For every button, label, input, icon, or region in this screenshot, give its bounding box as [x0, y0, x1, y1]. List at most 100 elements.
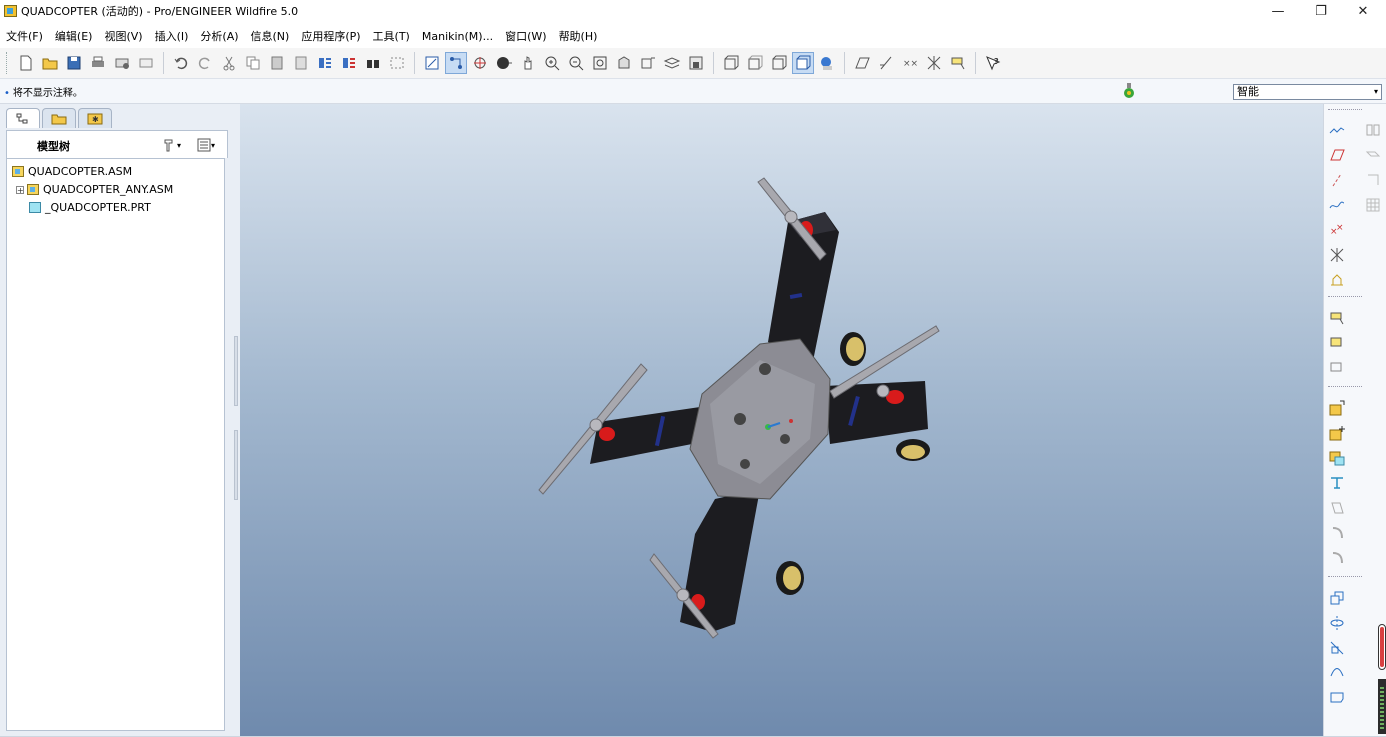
minimize-button[interactable]: — [1256, 0, 1300, 22]
mirror-tool-icon[interactable] [1362, 119, 1384, 141]
tree-item-root[interactable]: QUADCOPTER.ASM [12, 165, 132, 178]
menu-tools[interactable]: 工具(T) [367, 28, 416, 44]
app-icon [4, 5, 17, 17]
menu-applications[interactable]: 应用程序(P) [295, 28, 366, 44]
hidden-line-icon[interactable] [744, 52, 766, 74]
paste-special-icon[interactable] [290, 52, 312, 74]
wireframe-icon[interactable] [720, 52, 742, 74]
toolbar-separator [1328, 109, 1362, 110]
menu-view[interactable]: 视图(V) [98, 28, 148, 44]
selection-filter-dropdown[interactable]: 智能 ▾ [1233, 84, 1382, 100]
pattern-icon[interactable] [1362, 194, 1384, 216]
pan-icon[interactable] [517, 52, 539, 74]
expand-icon[interactable]: + [16, 185, 24, 194]
splitter-handle[interactable] [234, 336, 238, 406]
splitter-handle[interactable] [234, 430, 238, 500]
toolbar-grip[interactable] [6, 52, 10, 74]
component-annotation-icon[interactable] [1326, 332, 1348, 354]
settings-icon[interactable]: ▾ [161, 136, 181, 154]
cut-icon[interactable] [218, 52, 240, 74]
undo-icon[interactable] [170, 52, 192, 74]
merge-icon[interactable] [1362, 144, 1384, 166]
pane-splitter[interactable] [232, 104, 240, 737]
curve-icon[interactable] [1326, 194, 1348, 216]
menu-help[interactable]: 帮助(H) [553, 28, 604, 44]
zoom-in-icon[interactable] [541, 52, 563, 74]
tab-model-tree[interactable] [6, 108, 40, 128]
find-icon[interactable] [362, 52, 384, 74]
tree-item-part[interactable]: _QUADCOPTER.PRT [29, 201, 151, 214]
zoom-out-icon[interactable] [565, 52, 587, 74]
no-hidden-icon[interactable] [768, 52, 790, 74]
coordinate-systems-icon[interactable] [923, 52, 945, 74]
tab-favorites[interactable]: ✱ [78, 108, 112, 128]
note-icon[interactable] [1326, 357, 1348, 379]
layers-icon[interactable] [661, 52, 683, 74]
menu-insert[interactable]: 插入(I) [149, 28, 195, 44]
shading-icon[interactable] [792, 52, 814, 74]
menu-file[interactable]: 文件(F) [0, 28, 49, 44]
datum-planes-icon[interactable] [851, 52, 873, 74]
round-icon[interactable] [1326, 522, 1348, 544]
regen-manager-icon[interactable] [338, 52, 360, 74]
toolbar-separator [844, 52, 845, 74]
refit-icon[interactable] [589, 52, 611, 74]
chamfer-icon[interactable] [1326, 547, 1348, 569]
spin-center-icon[interactable] [469, 52, 491, 74]
blend-icon[interactable] [1326, 662, 1348, 684]
reorient-icon[interactable] [613, 52, 635, 74]
quadcopter-model[interactable] [240, 104, 1323, 737]
sketch-view-icon[interactable] [421, 52, 443, 74]
annotation-feature-icon[interactable] [1326, 307, 1348, 329]
send-mail-icon[interactable] [111, 52, 133, 74]
datum-points-icon[interactable]: ×× [899, 52, 921, 74]
coordinate-system-icon[interactable] [1326, 244, 1348, 266]
tab-folder-browser[interactable] [42, 108, 76, 128]
revolve-icon[interactable] [1326, 612, 1348, 634]
show-icon[interactable]: ▾ [197, 136, 215, 154]
axis-icon[interactable] [1326, 169, 1348, 191]
annotations-icon[interactable] [947, 52, 969, 74]
repeat-component-icon[interactable] [1326, 447, 1348, 469]
cut-feature-icon[interactable] [1326, 472, 1348, 494]
toolbar-separator [1328, 386, 1362, 387]
regenerate-icon[interactable] [314, 52, 336, 74]
datum-display-icon[interactable] [445, 52, 467, 74]
boundary-blend-icon[interactable] [1326, 687, 1348, 709]
datum-point-icon[interactable]: × × [1326, 219, 1348, 241]
graphics-window[interactable] [240, 104, 1323, 737]
menu-window[interactable]: 窗口(W) [499, 28, 552, 44]
redo-icon[interactable] [194, 52, 216, 74]
view-manager-icon[interactable] [685, 52, 707, 74]
create-component-icon[interactable] [1326, 422, 1348, 444]
copy-icon[interactable] [242, 52, 264, 74]
datum-plane-tool-icon[interactable] [1326, 119, 1348, 141]
enhanced-realism-icon[interactable] [816, 52, 838, 74]
maximize-button[interactable]: ❐ [1299, 0, 1343, 22]
paste-icon[interactable] [266, 52, 288, 74]
select-box-icon[interactable] [386, 52, 408, 74]
menu-manikin[interactable]: Manikin(M)... [416, 30, 499, 43]
close-button[interactable]: ✕ [1341, 0, 1385, 22]
send-link-icon[interactable] [135, 52, 157, 74]
open-folder-icon[interactable] [39, 52, 61, 74]
center-plate [689, 338, 831, 500]
tree-item-subassembly[interactable]: + QUADCOPTER_ANY.ASM [16, 183, 173, 196]
datum-axes-icon[interactable] [875, 52, 897, 74]
menu-edit[interactable]: 编辑(E) [49, 28, 99, 44]
menu-analysis[interactable]: 分析(A) [194, 28, 244, 44]
saved-views-icon[interactable] [637, 52, 659, 74]
context-help-icon[interactable]: ? [982, 52, 1004, 74]
save-icon[interactable] [63, 52, 85, 74]
trim-icon[interactable] [1362, 169, 1384, 191]
display-style-icon[interactable] [493, 52, 515, 74]
plane-icon[interactable] [1326, 144, 1348, 166]
add-component-icon[interactable] [1326, 397, 1348, 419]
extrude-icon[interactable] [1326, 587, 1348, 609]
new-file-icon[interactable] [15, 52, 37, 74]
print-icon[interactable] [87, 52, 109, 74]
menu-info[interactable]: 信息(N) [245, 28, 296, 44]
hole-icon[interactable] [1326, 497, 1348, 519]
analysis-feature-icon[interactable] [1326, 269, 1348, 291]
sweep-icon[interactable] [1326, 637, 1348, 659]
